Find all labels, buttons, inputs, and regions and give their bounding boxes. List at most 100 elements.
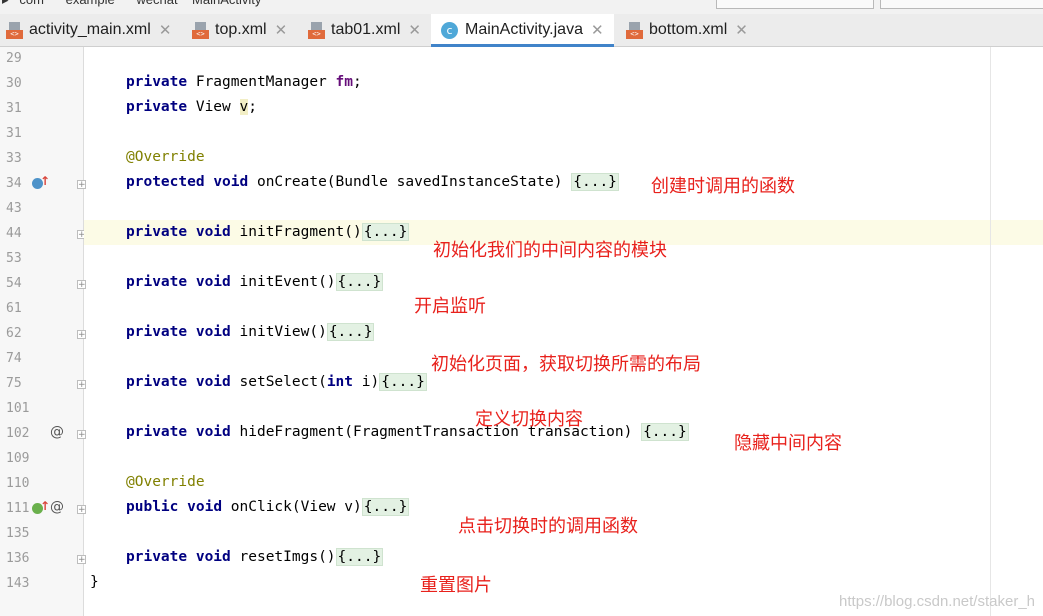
keyword: private (126, 549, 188, 565)
folded-block[interactable]: {...} (326, 323, 375, 341)
arrow-up-icon: ↑ (40, 499, 51, 513)
code-line-override-annotation[interactable]: @Override (126, 145, 205, 170)
closing-brace: } (90, 574, 99, 590)
line-number: 74 (6, 351, 22, 366)
keyword: void (195, 549, 231, 565)
line-number: 33 (6, 151, 22, 166)
line-number: 31 (6, 126, 22, 141)
method-signature: initView() (239, 324, 327, 340)
code-line-onclick[interactable]: public void onClick(View v) {...} (126, 495, 410, 520)
line-number: 135 (6, 526, 30, 541)
line-number: 136 (6, 551, 30, 566)
line-number: 29 (6, 51, 22, 66)
code-line-initfragment[interactable]: private void initFragment() {...} (126, 220, 410, 245)
code-line-hidefragment[interactable]: private void hideFragment(FragmentTransa… (126, 420, 689, 445)
line-number: 143 (6, 576, 30, 591)
code-line-class-close[interactable]: } (90, 570, 99, 595)
tab-tab01-xml[interactable]: <> tab01.xml ✕ (308, 14, 421, 46)
line-number: 75 (6, 376, 22, 391)
annotation-note-onclick: 点击切换时的调用函数 (458, 516, 638, 537)
line-number: 31 (6, 101, 22, 116)
line-number: 62 (6, 326, 22, 341)
close-icon[interactable]: ✕ (591, 21, 604, 39)
folded-block[interactable]: {...} (361, 223, 410, 241)
xml-file-icon: <> (626, 21, 643, 39)
line-number: 109 (6, 451, 30, 466)
line-number: 54 (6, 276, 22, 291)
code-line-fragmentmanager[interactable]: private FragmentManager fm; (126, 70, 362, 95)
method-signature: initEvent() (239, 274, 336, 290)
run-configuration-box[interactable] (716, 0, 874, 9)
method-signature: initFragment() (239, 224, 362, 240)
annotation-note-initview: 初始化页面，获取切换所需的布局 (431, 354, 701, 375)
keyword: void (195, 274, 231, 290)
method-signature: setSelect( (239, 374, 327, 390)
method-signature: resetImgs() (239, 549, 336, 565)
annotation-icon[interactable]: @ (50, 424, 64, 440)
tab-mainactivity-java[interactable]: c MainActivity.java ✕ (431, 14, 614, 47)
annotation-icon[interactable]: @ (50, 499, 64, 515)
keyword: public (126, 499, 179, 515)
line-number: 61 (6, 301, 22, 316)
tab-label: tab01.xml (331, 21, 401, 38)
keyword: private (126, 374, 188, 390)
keyword: int (326, 374, 354, 390)
tab-top-xml[interactable]: <> top.xml ✕ (192, 14, 287, 46)
close-icon[interactable]: ✕ (735, 21, 748, 39)
annotation-note-hidefragment: 隐藏中间内容 (734, 433, 842, 454)
annotation: @Override (126, 474, 205, 490)
arrow-up-icon: ↑ (40, 174, 51, 188)
code-line-initevent[interactable]: private void initEvent() {...} (126, 270, 384, 295)
code-line-view-field[interactable]: private View v; (126, 95, 257, 120)
line-number: 30 (6, 76, 22, 91)
keyword: private (126, 324, 188, 340)
punctuation: ; (353, 74, 362, 90)
folded-block[interactable]: {...} (641, 423, 689, 441)
tab-label: activity_main.xml (29, 21, 151, 38)
code-line-override-annotation[interactable]: @Override (126, 470, 205, 495)
close-icon[interactable]: ✕ (275, 21, 288, 39)
device-selector-box[interactable] (880, 0, 1043, 9)
tab-label: bottom.xml (649, 21, 728, 38)
code-line-oncreate[interactable]: protected void onCreate(Bundle savedInst… (126, 170, 619, 195)
breadcrumb-fragment: ▸ com example wechat MainActivity (2, 0, 261, 8)
watermark: https://blog.csdn.net/staker_h (839, 593, 1035, 610)
code-line-resetimgs[interactable]: private void resetImgs() {...} (126, 545, 384, 570)
annotation-note-setselect: 定义切换内容 (475, 409, 583, 430)
method-signature: i) (353, 374, 380, 390)
xml-file-icon: <> (308, 21, 325, 39)
folded-block[interactable]: {...} (571, 173, 619, 191)
close-icon[interactable]: ✕ (159, 21, 172, 39)
java-class-icon: c (441, 21, 458, 39)
annotation-note-oncreate: 创建时调用的函数 (651, 176, 795, 197)
line-number: 43 (6, 201, 22, 216)
punctuation: ; (248, 99, 257, 115)
line-number: 34 (6, 176, 22, 191)
annotation-note-resetimgs: 重置图片 (420, 575, 492, 596)
type-name: View (195, 99, 231, 115)
keyword: private (126, 274, 188, 290)
xml-file-icon: <> (192, 21, 209, 39)
tab-label: top.xml (215, 21, 267, 38)
tab-label: MainActivity.java (465, 21, 583, 38)
keyword: private (126, 74, 188, 90)
tab-bottom-xml[interactable]: <> bottom.xml ✕ (626, 14, 748, 46)
line-number: 111 (6, 501, 30, 516)
folded-block[interactable]: {...} (361, 498, 410, 516)
folded-block[interactable]: {...} (335, 273, 384, 291)
keyword: protected (126, 174, 205, 190)
line-number: 53 (6, 251, 22, 266)
close-icon[interactable]: ✕ (408, 21, 421, 39)
folded-block[interactable]: {...} (379, 373, 427, 391)
code-line-initview[interactable]: private void initView() {...} (126, 320, 375, 345)
type-name: FragmentManager (195, 74, 327, 90)
tab-activity-main-xml[interactable]: <> activity_main.xml ✕ (6, 14, 171, 46)
line-number: 110 (6, 476, 30, 491)
code-line-setselect[interactable]: private void setSelect(int i) {...} (126, 370, 427, 395)
annotation-note-initevent: 开启监听 (414, 296, 486, 317)
annotation-note-initfragment: 初始化我们的中间内容的模块 (433, 240, 667, 261)
keyword: private (126, 424, 188, 440)
right-margin-guide (990, 47, 991, 616)
folded-block[interactable]: {...} (335, 548, 384, 566)
annotation: @Override (126, 149, 205, 165)
